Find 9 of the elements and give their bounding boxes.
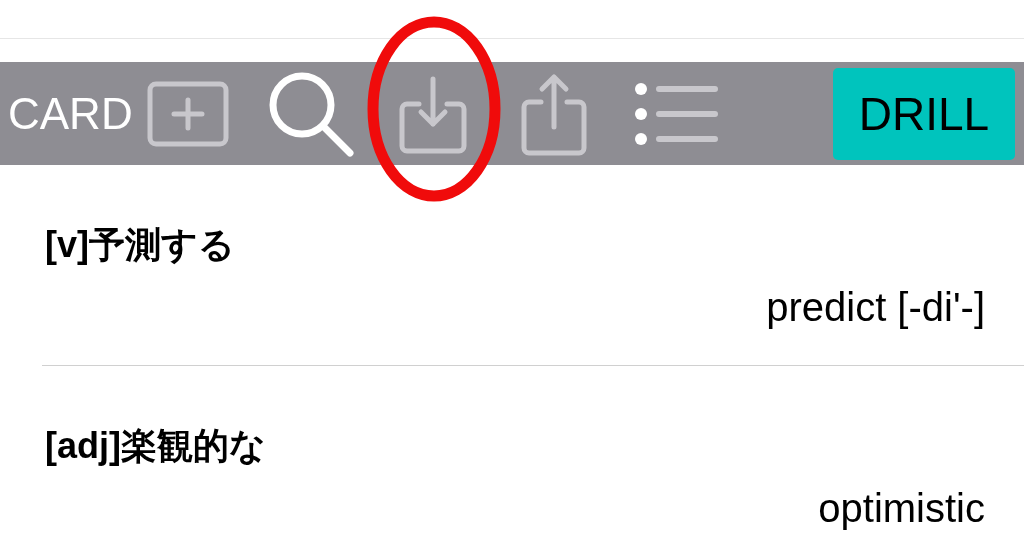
word-term: predict [-di'-] <box>766 284 985 331</box>
word-meaning: [v]予測する <box>45 223 235 267</box>
word-term: optimistic <box>818 485 985 532</box>
card-label: CARD <box>8 88 133 139</box>
word-meaning: [adj]楽観的な <box>45 424 266 468</box>
share-icon[interactable] <box>520 71 587 156</box>
add-card-icon[interactable] <box>146 80 229 147</box>
drill-button[interactable]: DRILL <box>833 67 1015 160</box>
list-icon[interactable] <box>632 80 719 147</box>
